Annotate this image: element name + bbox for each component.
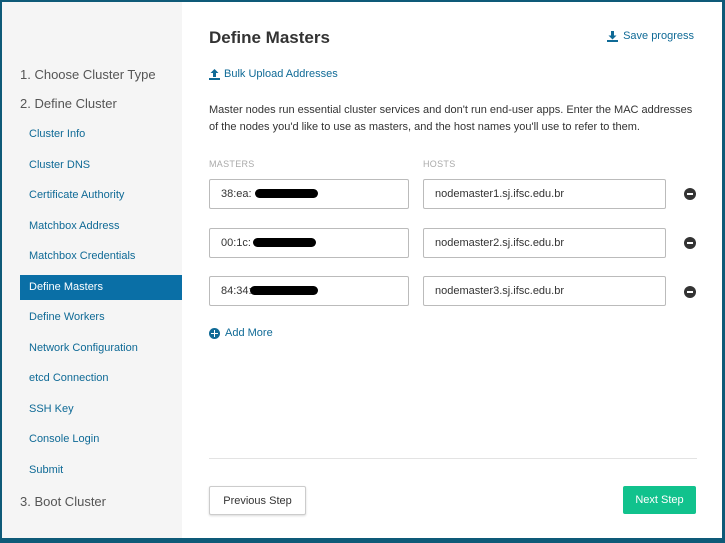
mac-address-value: 00:1c:	[221, 237, 251, 249]
remove-row-icon[interactable]	[684, 188, 696, 200]
mac-address-input[interactable]: 00:1c:	[209, 228, 409, 258]
plus-circle-icon	[209, 327, 220, 339]
sidebar-item-define-masters[interactable]: Define Masters	[20, 275, 182, 300]
bulk-upload-label: Bulk Upload Addresses	[224, 68, 338, 80]
page-title: Define Masters	[209, 28, 330, 47]
sidebar-item-cluster-info[interactable]: Cluster Info	[20, 122, 182, 147]
previous-step-button[interactable]: Previous Step	[209, 486, 306, 515]
next-step-button[interactable]: Next Step	[623, 486, 696, 514]
redaction-mark	[255, 189, 318, 198]
remove-row-icon[interactable]	[684, 237, 696, 249]
sidebar-item-etcd-connection[interactable]: etcd Connection	[20, 366, 182, 391]
mac-address-value: 84:34:	[221, 285, 252, 297]
step-boot-cluster[interactable]: 3. Boot Cluster	[20, 494, 106, 509]
host-name-input[interactable]: nodemaster2.sj.ifsc.edu.br	[423, 228, 666, 258]
redaction-mark	[253, 238, 316, 247]
step-define-cluster[interactable]: 2. Define Cluster	[20, 96, 117, 111]
mac-address-value: 38:ea:	[221, 188, 252, 200]
sidebar-item-ssh-key[interactable]: SSH Key	[20, 397, 182, 422]
divider	[209, 458, 697, 459]
sidebar-item-submit[interactable]: Submit	[20, 458, 182, 483]
add-more-label: Add More	[225, 327, 273, 339]
sidebar: 1. Choose Cluster Type 2. Define Cluster…	[2, 2, 182, 538]
sidebar-item-matchbox-address[interactable]: Matchbox Address	[20, 214, 182, 239]
app-window: 1. Choose Cluster Type 2. Define Cluster…	[1, 1, 723, 539]
sidebar-item-console-login[interactable]: Console Login	[20, 427, 182, 452]
save-progress-link[interactable]: Save progress	[607, 30, 694, 42]
remove-row-icon[interactable]	[684, 286, 696, 298]
add-more-link[interactable]: Add More	[209, 327, 273, 339]
sidebar-item-network-configuration[interactable]: Network Configuration	[20, 336, 182, 361]
bulk-upload-link[interactable]: Bulk Upload Addresses	[209, 68, 338, 80]
main-content: Define Masters Save progress Bulk Upload…	[182, 2, 722, 538]
redaction-mark	[250, 286, 318, 295]
save-progress-label: Save progress	[623, 30, 694, 42]
mac-address-input[interactable]: 38:ea:	[209, 179, 409, 209]
masters-column-label: MASTERS	[209, 159, 255, 169]
description-text: Master nodes run essential cluster servi…	[209, 104, 693, 133]
sidebar-item-certificate-authority[interactable]: Certificate Authority	[20, 183, 182, 208]
host-name-input[interactable]: nodemaster3.sj.ifsc.edu.br	[423, 276, 666, 306]
mac-address-input[interactable]: 84:34:	[209, 276, 409, 306]
host-name-input[interactable]: nodemaster1.sj.ifsc.edu.br	[423, 179, 666, 209]
download-icon	[607, 30, 619, 42]
step-choose-cluster-type[interactable]: 1. Choose Cluster Type	[20, 67, 156, 82]
sidebar-item-define-workers[interactable]: Define Workers	[20, 305, 182, 330]
sidebar-item-matchbox-credentials[interactable]: Matchbox Credentials	[20, 244, 182, 269]
sidebar-item-cluster-dns[interactable]: Cluster DNS	[20, 153, 182, 178]
hosts-column-label: HOSTS	[423, 159, 456, 169]
upload-icon	[209, 68, 220, 80]
